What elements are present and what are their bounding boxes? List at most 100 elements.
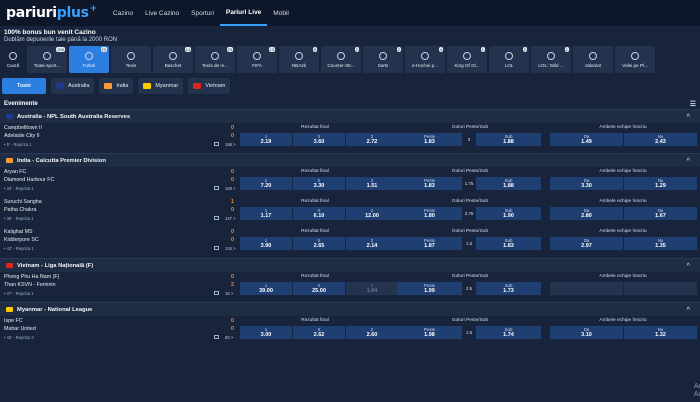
match-row[interactable]: Kalighat MS Kidderpore SC 0 0 • 42' - Repriz… <box>0 227 700 258</box>
league-header[interactable]: Vietnam - Liga Națională (F) ^ <box>0 258 700 272</box>
home-team[interactable]: Aryan FC <box>4 169 26 175</box>
odd-1-button[interactable]: 1 3.90 <box>240 237 292 250</box>
sport-tab[interactable]: FIFA 13 <box>237 46 277 73</box>
away-team[interactable]: Patha Chakra <box>4 207 36 213</box>
sport-tab[interactable]: Fotbal 22 <box>69 46 109 73</box>
chevron-up-icon[interactable]: ^ <box>686 263 690 269</box>
sport-tab[interactable]: Volei pe Pl... <box>615 46 655 73</box>
home-team[interactable]: Suruchi Sangha <box>4 199 42 205</box>
home-team[interactable]: Phong Phu Ha Nam (F) <box>4 274 59 280</box>
odd-over-button[interactable]: Peste 1.83 <box>397 177 462 190</box>
odd-no-button[interactable]: Nu 1.35 <box>624 237 697 250</box>
odd-x-button[interactable]: X 3.30 <box>293 177 345 190</box>
odd-yes-button[interactable]: Da 3.30 <box>550 177 623 190</box>
sport-tab[interactable]: Valorant <box>573 46 613 73</box>
more-markets-link[interactable]: 134 > <box>225 246 236 251</box>
more-markets-link[interactable]: 159 > <box>225 186 236 191</box>
country-chip[interactable]: Myanmar <box>138 78 184 94</box>
stats-icon[interactable] <box>214 335 219 339</box>
away-team[interactable]: Than KSVN - Feminin <box>4 282 56 288</box>
odd-2-button[interactable]: 2 12.00 <box>346 207 398 220</box>
odd-no-button[interactable]: Nu 2.43 <box>624 133 697 146</box>
odd-2-button[interactable]: 2 2.14 <box>346 237 398 250</box>
list-view-icon[interactable]: ☰ <box>690 100 696 108</box>
stats-icon[interactable] <box>214 186 219 190</box>
more-markets-link[interactable]: 60 > <box>225 335 233 340</box>
match-row[interactable]: Campbelltown II Adelaide City II 0 0 • 5' - … <box>0 123 700 153</box>
odd-2-button[interactable]: 2 2.60 <box>346 326 398 339</box>
home-team[interactable]: Kalighat MS <box>4 229 33 235</box>
match-row[interactable]: Ispe FC Mahar United 0 0 • 43' - Repriza 2 60… <box>0 316 700 346</box>
sport-tab[interactable]: Caută <box>1 46 25 73</box>
sport-tab[interactable]: Toate sport... 206 <box>27 46 67 73</box>
odd-1-button[interactable]: 1 2.19 <box>240 133 292 146</box>
odd-over-button[interactable]: Peste 1.83 <box>397 133 462 146</box>
odd-under-button[interactable]: Sub 1.83 <box>476 237 541 250</box>
odd-x-button[interactable]: X 25.00 <box>293 282 345 295</box>
away-team[interactable]: Mahar United <box>4 326 36 332</box>
odd-over-button[interactable]: Peste 1.99 <box>397 282 462 295</box>
odd-under-button[interactable]: Sub 1.88 <box>476 177 541 190</box>
nav-item[interactable]: Live Cazino <box>139 0 185 26</box>
league-header[interactable]: India - Calcutta Premier Division ^ <box>0 153 700 167</box>
sport-tab[interactable]: NBA2k 9 <box>279 46 319 73</box>
odd-under-button[interactable]: Sub 1.88 <box>476 133 541 146</box>
odd-2-button[interactable]: 2 1.51 <box>346 177 398 190</box>
odd-x-button[interactable]: X 2.65 <box>293 237 345 250</box>
country-chip[interactable]: Toate <box>2 78 46 94</box>
more-markets-link[interactable]: 186 > <box>225 142 236 147</box>
odd-over-button[interactable]: Peste 1.87 <box>397 237 462 250</box>
odd-1-button[interactable]: 1 7.20 <box>240 177 292 190</box>
sport-tab[interactable]: Tenis de m... 23 <box>195 46 235 73</box>
away-team[interactable]: Kidderpore SC <box>4 237 39 243</box>
odd-no-button[interactable]: Nu 1.67 <box>624 207 697 220</box>
odd-no-button[interactable]: Nu 1.32 <box>624 326 697 339</box>
odd-yes-button[interactable] <box>550 282 623 295</box>
chevron-up-icon[interactable]: ^ <box>686 114 690 120</box>
sport-tab[interactable]: King Of Gl... 1 <box>447 46 487 73</box>
odd-over-button[interactable]: Peste 1.80 <box>397 207 462 220</box>
odd-no-button[interactable]: Nu 1.29 <box>624 177 697 190</box>
odd-no-button[interactable] <box>624 282 697 295</box>
odd-yes-button[interactable]: Da 3.10 <box>550 326 623 339</box>
site-logo[interactable]: pariuri plus + <box>6 4 97 21</box>
stats-icon[interactable] <box>214 246 219 250</box>
league-header[interactable]: Australia - NPL South Australia Reserves… <box>0 109 700 123</box>
match-row[interactable]: Aryan FC Diamond Harbour FC 0 0 • 34' - Repr… <box>0 167 700 197</box>
more-markets-link[interactable]: 16 > <box>225 291 233 296</box>
promo-banner[interactable]: 100% bonus bun venit Cazino Dublăm depun… <box>0 26 700 46</box>
sport-tab[interactable]: LOL: Wild ... 1 <box>531 46 571 73</box>
nav-item[interactable]: Pariuri Live <box>219 0 268 26</box>
odd-x-button[interactable]: X 6.10 <box>293 207 345 220</box>
chevron-up-icon[interactable]: ^ <box>686 307 690 313</box>
odd-x-button[interactable]: X 2.62 <box>293 326 345 339</box>
stats-icon[interactable] <box>214 216 219 220</box>
sport-tab[interactable]: Darts 2 <box>363 46 403 73</box>
odd-yes-button[interactable]: Da 1.49 <box>550 133 623 146</box>
odd-x-button[interactable]: X 3.60 <box>293 133 345 146</box>
away-team[interactable]: Adelaide City II <box>4 133 40 139</box>
stats-icon[interactable] <box>214 291 219 295</box>
odd-over-button[interactable]: Peste 1.98 <box>397 326 462 339</box>
odd-yes-button[interactable]: Da 2.97 <box>550 237 623 250</box>
odd-2-button[interactable]: 2 1.04 <box>346 282 398 295</box>
nav-item[interactable]: Cazino <box>107 0 139 26</box>
chevron-up-icon[interactable]: ^ <box>686 158 690 164</box>
country-chip[interactable]: Vietnam <box>188 78 231 94</box>
odd-under-button[interactable]: Sub 1.74 <box>476 326 541 339</box>
country-chip[interactable]: India <box>99 78 134 94</box>
sport-tab[interactable]: Counter-Str... 2 <box>321 46 361 73</box>
odd-1-button[interactable]: 1 3.00 <box>240 326 292 339</box>
nav-item[interactable]: Mobil <box>267 0 295 26</box>
match-row[interactable]: Suruchi Sangha Patha Chakra 1 0 • 36' - Repr… <box>0 197 700 227</box>
sport-tab[interactable]: Tenis <box>111 46 151 73</box>
sport-tab[interactable]: Baschet 14 <box>153 46 193 73</box>
odd-yes-button[interactable]: Da 2.80 <box>550 207 623 220</box>
away-team[interactable]: Diamond Harbour FC <box>4 177 54 183</box>
nav-item[interactable]: Sporturi <box>185 0 220 26</box>
odd-under-button[interactable]: Sub 1.90 <box>476 207 541 220</box>
odd-2-button[interactable]: 2 2.72 <box>346 133 398 146</box>
league-header[interactable]: Myanmar - National League ^ <box>0 302 700 316</box>
home-team[interactable]: Campbelltown II <box>4 125 42 131</box>
odd-1-button[interactable]: 1 1.17 <box>240 207 292 220</box>
